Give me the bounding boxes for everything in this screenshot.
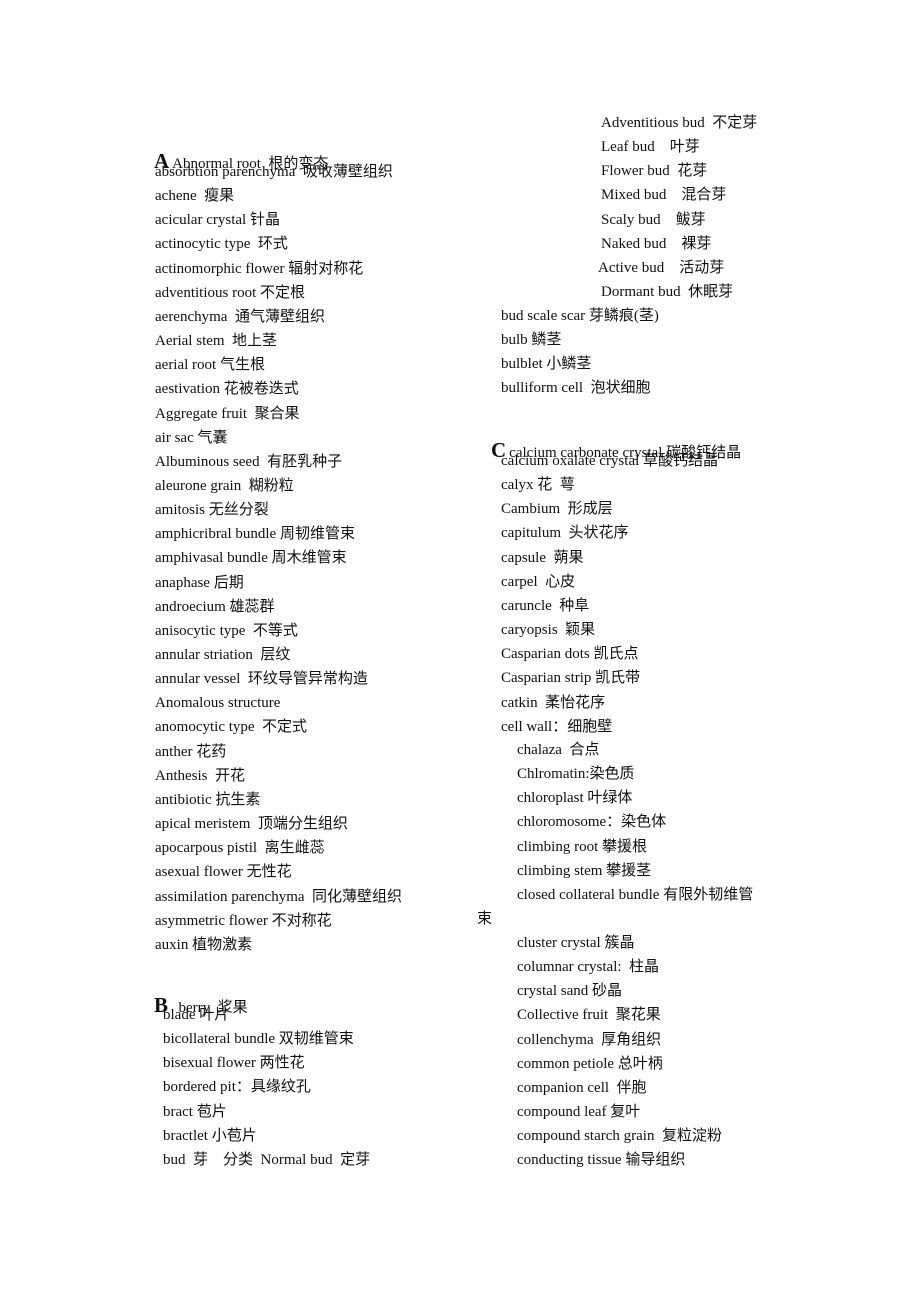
glossary-entry: aestivation 花被卷迭式 — [155, 381, 299, 398]
glossary-entry: annular striation 层纹 — [155, 647, 291, 663]
glossary-entry: anisocytic type 不等式 — [155, 622, 298, 639]
section-a-header: A Abnormal root 根的变态 — [139, 125, 328, 173]
glossary-entry: bud scale scar 芽鳞痕(茎) — [501, 308, 659, 324]
glossary-entry: Cambium 形成层 — [501, 501, 613, 518]
glossary-entry: bract 苞片 — [163, 1103, 227, 1120]
glossary-entry: bulliform cell 泡状细胞 — [501, 380, 651, 397]
glossary-entry: apocarpous pistil 离生雌蕊 — [155, 840, 325, 857]
glossary-entry: bulb 鳞茎 — [501, 332, 562, 349]
glossary-entry: anther 花药 — [155, 743, 227, 760]
glossary-entry: Scaly bud 鲅芽 — [601, 211, 706, 228]
glossary-entry: Anomalous structure — [155, 695, 281, 712]
glossary-entry: calyx 花 萼 — [501, 477, 575, 494]
glossary-entry: Mixed bud 混合芽 — [601, 187, 727, 204]
glossary-entry: caryopsis 颖果 — [501, 622, 596, 639]
glossary-entry: Active bud 活动芽 — [598, 259, 725, 276]
glossary-entry: air sac 气囊 — [155, 429, 228, 446]
glossary-entry: apical meristem 顶端分生组织 — [155, 816, 348, 833]
glossary-entry: asymmetric flower 不对称花 — [155, 912, 332, 929]
glossary-entry: Aerial stem 地上茎 — [155, 333, 278, 350]
glossary-entry: closed collateral bundle 有限外韧维管 — [517, 886, 754, 903]
glossary-entry: aerenchyma 通气薄壁组织 — [155, 308, 325, 325]
glossary-entry: actinocytic type 环式 — [155, 236, 288, 253]
glossary-entry: compound starch grain 复粒淀粉 — [517, 1128, 722, 1145]
glossary-entry: auxin 植物激素 — [155, 936, 253, 953]
glossary-entry: caruncle 种阜 — [501, 597, 590, 614]
glossary-entry: Casparian dots 凯氏点 — [501, 646, 639, 663]
glossary-entry: chalaza 合点 — [517, 742, 600, 758]
glossary-entry: Naked bud 裸芽 — [601, 235, 712, 252]
glossary-entry: Leaf bud 叶芽 — [601, 139, 700, 156]
glossary-entry: antibiotic 抗生素 — [155, 791, 261, 808]
glossary-entry: climbing root 攀援根 — [517, 838, 647, 855]
glossary-entry: Albuminous seed 有胚乳种子 — [155, 453, 343, 470]
glossary-entry: chloroplast 叶绿体 — [517, 790, 633, 807]
glossary-entry: Chlromatin:染色质 — [517, 766, 635, 783]
glossary-entry: bulblet 小鳞茎 — [501, 356, 592, 373]
wrapped-char: 束 — [477, 911, 493, 927]
glossary-entry: calcium oxalate crystal 草酸钙结晶 — [501, 453, 719, 469]
glossary-entry: crystal sand 砂晶 — [517, 983, 622, 1000]
glossary-entry: acicular crystal 针晶 — [155, 212, 280, 229]
glossary-entry: Casparian strip 凯氏带 — [501, 670, 641, 687]
glossary-entry: actinomorphic flower 辐射对称花 — [155, 260, 364, 277]
glossary-entry: catkin 葇怡花序 — [501, 694, 606, 711]
glossary-entry: adventitious root 不定根 — [155, 284, 305, 301]
glossary-entry: bisexual flower 两性花 — [163, 1055, 305, 1072]
glossary-entry: amphicribral bundle 周韧维管束 — [155, 526, 355, 543]
section-c-header: Ccalcium carbonate crystal 碳酸钙结晶 — [476, 414, 741, 462]
glossary-entry: blade 叶片 — [163, 1007, 230, 1023]
glossary-entry: achene 瘦果 — [155, 188, 235, 205]
glossary-entry: Dormant bud 休眠芽 — [601, 284, 734, 301]
glossary-entry: chloromosome：染色体 — [517, 814, 667, 831]
glossary-entry: androecium 雄蕊群 — [155, 598, 275, 615]
glossary-entry: cell wall：细胞壁 — [501, 718, 613, 735]
glossary-entry: bractlet 小苞片 — [163, 1127, 257, 1144]
glossary-entry: Collective fruit 聚花果 — [517, 1007, 661, 1024]
glossary-entry: bordered pit：具缘纹孔 — [163, 1079, 311, 1096]
glossary-entry: aleurone grain 糊粉粒 — [155, 477, 294, 494]
glossary-entry: Anthesis 开花 — [155, 767, 246, 784]
glossary-entry: common petiole 总叶柄 — [517, 1055, 663, 1072]
glossary-entry: anomocytic type 不定式 — [155, 719, 308, 736]
glossary-entry: columnar crystal: 柱晶 — [517, 959, 660, 976]
glossary-entry: asexual flower 无性花 — [155, 864, 292, 881]
glossary-entry: assimilation parenchyma 同化薄壁组织 — [155, 888, 403, 905]
glossary-entry: annular vessel 环纹导管异常构造 — [155, 671, 368, 688]
section-b-header: B berry 浆果 — [139, 969, 248, 1017]
glossary-entry: conducting tissue 输导组织 — [517, 1152, 686, 1169]
glossary-entry: amphivasal bundle 周木维管束 — [155, 550, 347, 567]
glossary-entry: aerial root 气生根 — [155, 357, 265, 374]
glossary-entry: capitulum 头状花序 — [501, 525, 629, 542]
glossary-entry: Aggregate fruit 聚合果 — [155, 405, 300, 422]
glossary-entry: collenchyma 厚角组织 — [517, 1031, 662, 1048]
glossary-entry: cluster crystal 簇晶 — [517, 935, 635, 951]
glossary-entry: capsule 蒴果 — [501, 549, 584, 566]
glossary-entry: Adventitious bud 不定芽 — [601, 115, 758, 131]
glossary-entry: amitosis 无丝分裂 — [155, 502, 269, 519]
glossary-entry: absorbtion parenchyma 吸收薄壁组织 — [155, 164, 393, 180]
glossary-entry: climbing stem 攀援茎 — [517, 862, 652, 879]
glossary-entry: bud 芽 分类 Normal bud 定芽 — [163, 1151, 371, 1168]
glossary-entry: anaphase 后期 — [155, 574, 244, 591]
glossary-entry: companion cell 伴胞 — [517, 1079, 647, 1096]
glossary-entry: compound leaf 复叶 — [517, 1104, 641, 1121]
glossary-entry: bicollateral bundle 双韧维管束 — [163, 1031, 354, 1048]
glossary-entry: Flower bud 花芽 — [601, 163, 708, 180]
glossary-entry: carpel 心皮 — [501, 573, 576, 590]
